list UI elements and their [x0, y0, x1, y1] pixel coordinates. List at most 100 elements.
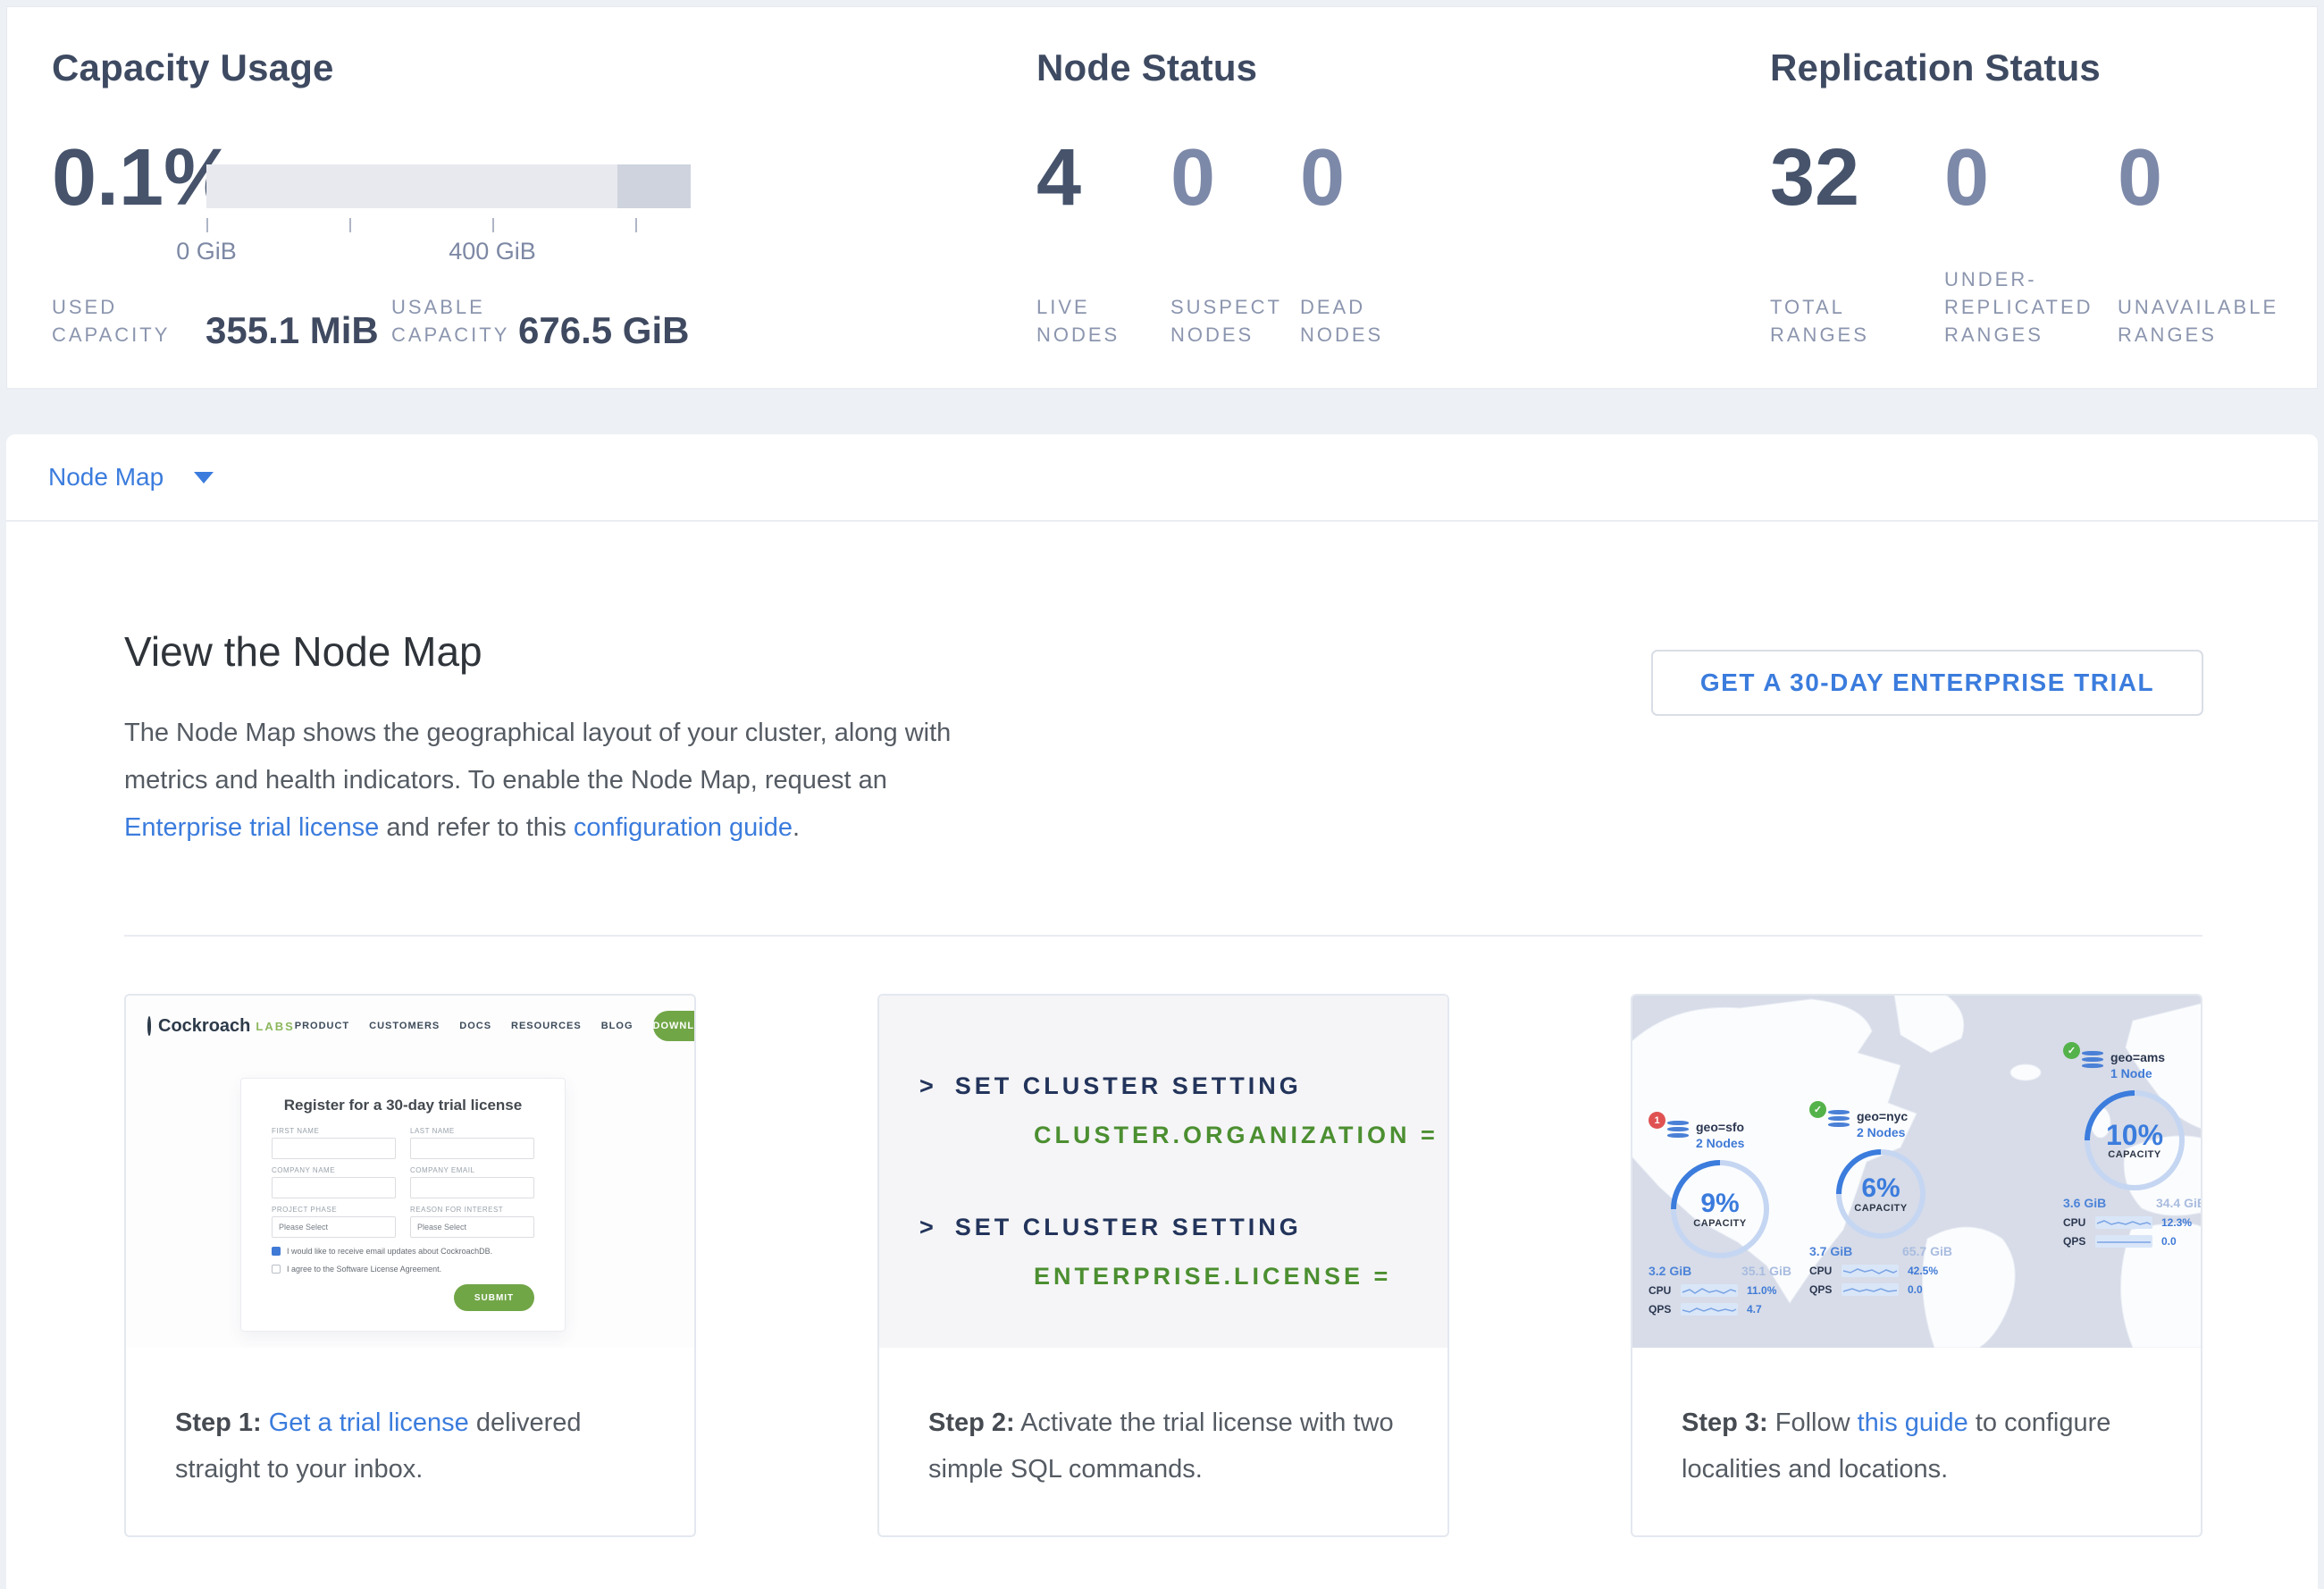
- capacity-axis-label-0: 0 GiB: [176, 238, 237, 265]
- capacity-usage-title: Capacity Usage: [52, 46, 334, 89]
- mock-checkbox-updates: I would like to receive email updates ab…: [272, 1247, 534, 1256]
- sql-commands-snippet: >SET CLUSTER SETTING CLUSTER.ORGANIZATIO…: [879, 996, 1447, 1348]
- mock-trial-form: Register for a 30-day trial license FIRS…: [240, 1078, 566, 1332]
- step3-caption: Step 3: Follow this guide to configure l…: [1632, 1348, 2201, 1492]
- node-map-dropdown-label: Node Map: [48, 463, 164, 492]
- database-icon: [1828, 1110, 1850, 1129]
- capacity-used: 3.6 GiB: [2063, 1196, 2106, 1210]
- view-selector-bar: Node Map: [6, 434, 2318, 521]
- inline-link[interactable]: Get a trial license: [269, 1408, 469, 1437]
- capacity-bar-reserved-segment: [617, 164, 691, 208]
- capacity-usage-bar: [206, 164, 691, 208]
- mock-site-header: Cockroach LABS PRODUCT CUSTOMERS DOCS RE…: [147, 1006, 676, 1046]
- capacity-total: 34.4 GiB: [2156, 1196, 2201, 1210]
- suspect-nodes-label: SUSPECT NODES: [1170, 293, 1287, 349]
- section-divider: [124, 935, 2202, 937]
- node-map-preview-image: 1 geo=sfo 2 Nodes 9% CAPACITY 3.2 GiB: [1632, 996, 2201, 1348]
- capacity-used: 3.2 GiB: [1649, 1264, 1691, 1278]
- capacity-total: 35.1 GiB: [1741, 1264, 1791, 1278]
- capacity-axis-label-400: 400 GiB: [449, 238, 536, 265]
- sql-line-1: >SET CLUSTER SETTING: [919, 1072, 1447, 1100]
- locality-nyc: ✓ geo=nyc 2 Nodes 6% CAPACITY 3.7 GiB: [1809, 1108, 1952, 1296]
- step1-caption: Step 1: Get a trial license delivered st…: [126, 1348, 694, 1492]
- sql-arg-1: CLUSTER.ORGANIZATION =: [1034, 1122, 1447, 1149]
- mock-nav-item: CUSTOMERS: [369, 1021, 440, 1031]
- database-icon: [2082, 1051, 2103, 1070]
- cluster-summary-panel: Capacity Usage 0.1% 0 GiB 400 GiB USED C…: [6, 6, 2318, 389]
- total-ranges-label: TOTAL RANGES: [1770, 293, 1886, 349]
- replication-status-title: Replication Status: [1770, 46, 2101, 89]
- cpu-sparkline: [2095, 1216, 2152, 1229]
- mock-nav-item: PRODUCT: [295, 1021, 349, 1031]
- mock-field-project-phase: PROJECT PHASE Please Select: [272, 1206, 396, 1238]
- capacity-axis-tick: [635, 218, 637, 232]
- inline-link[interactable]: Software License Agreement.: [337, 1265, 442, 1274]
- locality-ams: ✓ geo=ams 1 Node 10% CAPACITY 3.6 GiB: [2063, 1049, 2201, 1248]
- qps-row: QPS 0.0: [2063, 1235, 2201, 1248]
- cpu-row: CPU 42.5%: [1809, 1265, 1952, 1277]
- capacity-gauge: 9% CAPACITY: [1671, 1160, 1769, 1258]
- locality-node-count: 2 Nodes: [1696, 1135, 1744, 1151]
- locality-name: geo=nyc: [1857, 1108, 1908, 1124]
- inline-link[interactable]: Enterprise trial license: [124, 813, 379, 842]
- chevron-down-icon: [194, 472, 214, 483]
- mock-brand-name: Cockroach: [158, 1016, 250, 1037]
- mock-field-reason: REASON FOR INTEREST Please Select: [410, 1206, 534, 1238]
- sql-arg-2: ENTERPRISE.LICENSE =: [1034, 1263, 1447, 1291]
- node-map-dropdown[interactable]: Node Map: [48, 463, 214, 492]
- inline-link[interactable]: configuration guide: [574, 813, 793, 842]
- live-nodes-label: LIVE NODES: [1036, 293, 1135, 349]
- mock-form-title: Register for a 30-day trial license: [272, 1097, 534, 1114]
- cpu-row: CPU 11.0%: [1649, 1284, 1791, 1297]
- mock-nav-item: BLOG: [601, 1021, 633, 1031]
- mock-field-company-email: COMPANY EMAIL: [410, 1166, 534, 1198]
- mock-nav-item: RESOURCES: [511, 1021, 582, 1031]
- locality-node-count: 1 Node: [2110, 1065, 2165, 1081]
- step1-card: Cockroach LABS PRODUCT CUSTOMERS DOCS RE…: [124, 994, 696, 1537]
- mock-nav-item: DOCS: [459, 1021, 491, 1031]
- qps-row: QPS 4.7: [1649, 1303, 1791, 1316]
- warning-badge-icon: 1: [1649, 1112, 1665, 1129]
- mock-download-button: DOWNLOAD: [653, 1011, 695, 1041]
- enterprise-trial-button[interactable]: GET A 30-DAY ENTERPRISE TRIAL: [1651, 650, 2203, 716]
- usable-capacity-value: 676.5 GiB: [518, 309, 689, 352]
- qps-sparkline: [1681, 1303, 1738, 1316]
- checkbox-empty-icon: [272, 1265, 281, 1274]
- capacity-used: 3.7 GiB: [1809, 1244, 1852, 1258]
- locality-name: geo=ams: [2110, 1049, 2165, 1065]
- dead-nodes-count: 0: [1300, 132, 1345, 224]
- trial-signup-screenshot: Cockroach LABS PRODUCT CUSTOMERS DOCS RE…: [126, 996, 694, 1348]
- capacity-gauge: 6% CAPACITY: [1836, 1149, 1925, 1239]
- mock-submit-button: SUBMIT: [454, 1284, 534, 1311]
- dead-nodes-label: DEAD NODES: [1300, 293, 1398, 349]
- used-capacity-value: 355.1 MiB: [206, 309, 379, 352]
- check-badge-icon: ✓: [2063, 1042, 2080, 1059]
- under-replicated-ranges-label: UNDER-REPLICATED RANGES: [1944, 265, 2101, 349]
- page-title: View the Node Map: [124, 627, 482, 676]
- cpu-row: CPU 12.3%: [2063, 1216, 2201, 1229]
- capacity-axis-tick: [492, 218, 494, 232]
- inline-link[interactable]: this guide: [1858, 1408, 1968, 1437]
- node-map-promo-section: View the Node Map The Node Map shows the…: [6, 522, 2318, 1589]
- unavailable-ranges-label: UNAVAILABLE RANGES: [2118, 293, 2296, 349]
- locality-node-count: 2 Nodes: [1857, 1124, 1908, 1140]
- node-status-title: Node Status: [1036, 46, 1257, 89]
- step2-caption: Step 2: Activate the trial license with …: [879, 1348, 1447, 1492]
- capacity-axis-tick: [349, 218, 351, 232]
- unavailable-ranges-count: 0: [2118, 132, 2162, 224]
- locality-name: geo=sfo: [1696, 1119, 1744, 1135]
- qps-row: QPS 0.0: [1809, 1283, 1952, 1296]
- checkbox-checked-icon: [272, 1247, 281, 1256]
- mock-field-first-name: FIRST NAME: [272, 1127, 396, 1159]
- cockroach-bug-icon: [147, 1016, 151, 1036]
- check-badge-icon: ✓: [1809, 1101, 1826, 1118]
- cpu-sparkline: [1681, 1284, 1738, 1297]
- mock-checkbox-license: I agree to the Software License Agreemen…: [272, 1265, 534, 1274]
- prompt-icon: >: [919, 1214, 937, 1240]
- mock-field-last-name: LAST NAME: [410, 1127, 534, 1159]
- live-nodes-count: 4: [1036, 132, 1081, 224]
- used-capacity-label: USED CAPACITY: [52, 293, 195, 349]
- under-replicated-ranges-count: 0: [1944, 132, 1989, 224]
- mock-brand-suffix: LABS: [256, 1020, 294, 1033]
- sql-line-2: >SET CLUSTER SETTING: [919, 1214, 1447, 1241]
